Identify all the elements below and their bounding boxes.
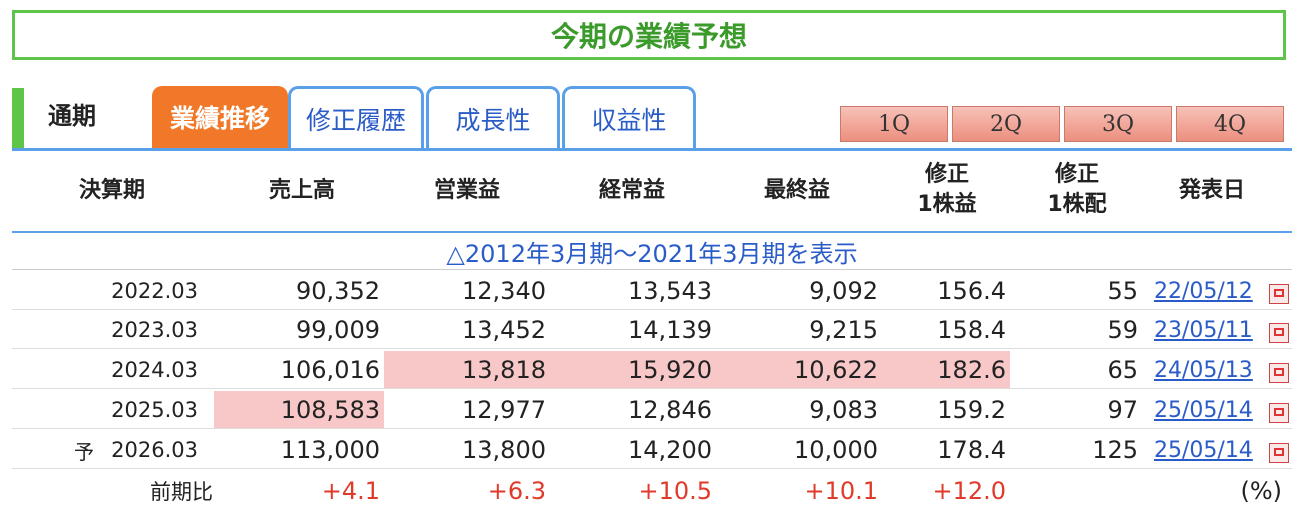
header-eps-line1: 修正	[924, 162, 969, 187]
row-period: 2026.03	[111, 438, 198, 462]
row-date-link[interactable]: 25/05/14	[1154, 431, 1264, 469]
header-net-profit: 最終益	[763, 178, 830, 203]
table-header: 決算期 売上高 営業益 経常益 最終益 修正 1株益 修正 1株配 発表日	[12, 152, 1292, 230]
yoy-ordinary: +10.5	[638, 477, 712, 505]
row-ordinary: 13,543	[628, 277, 712, 305]
header-operating-profit: 営業益	[433, 178, 500, 203]
row-ordinary: 14,200	[628, 436, 712, 464]
row-ordinary-highlight: 15,920	[550, 351, 716, 389]
row-eps-highlight: 182.6	[882, 351, 1010, 389]
row-net: 9,092	[809, 277, 878, 305]
row-dps: 55	[1107, 277, 1138, 305]
row-sales: 106,016	[280, 356, 380, 384]
row-net: 9,215	[809, 316, 878, 344]
row-date-link[interactable]: 22/05/12	[1154, 272, 1264, 310]
row-net: 9,083	[809, 396, 878, 424]
row-eps: 159.2	[937, 396, 1006, 424]
section-title-box: 今期の業績予想	[12, 10, 1286, 60]
row-eps: 156.4	[937, 277, 1006, 305]
section-marker	[12, 88, 24, 150]
pdf-icon[interactable]	[1269, 284, 1289, 304]
row-net-highlight: 10,622	[716, 351, 882, 389]
header-ordinary-profit: 経常益	[598, 178, 665, 203]
tab-revision-history[interactable]: 修正履歴	[288, 86, 424, 148]
row-operating: 12,340	[462, 277, 546, 305]
show-older-range-link[interactable]: △2012年3月期〜2021年3月期を表示	[12, 233, 1292, 269]
range-divider	[12, 269, 1292, 270]
pdf-icon[interactable]	[1269, 363, 1289, 383]
row-dps: 65	[1107, 356, 1138, 384]
row-dps: 125	[1092, 436, 1138, 464]
row-date-link[interactable]: 24/05/13	[1154, 351, 1264, 389]
table-row: 2024.03 106,016 13,818 15,920 10,622 182…	[12, 351, 1292, 389]
row-operating: 12,977	[462, 396, 546, 424]
header-period: 決算期	[78, 178, 145, 203]
header-announce-date: 発表日	[1178, 178, 1245, 203]
header-eps-line2: 1株益	[917, 192, 977, 217]
row-period: 2023.03	[111, 318, 198, 342]
row-divider	[12, 348, 1292, 349]
yoy-net: +10.1	[804, 477, 878, 505]
row-date-link[interactable]: 25/05/14	[1154, 391, 1264, 429]
row-period: 2022.03	[111, 279, 198, 303]
row-net: 10,000	[794, 436, 878, 464]
row-sales-highlight: 108,583	[214, 391, 384, 429]
pdf-icon[interactable]	[1269, 323, 1289, 343]
header-eps: 修正 1株益	[887, 160, 1007, 220]
row-sales: 99,009	[296, 316, 380, 344]
row-divider	[12, 388, 1292, 389]
row-sales: 90,352	[296, 277, 380, 305]
row-operating: 13,452	[462, 316, 546, 344]
row-divider	[12, 428, 1292, 429]
tab-profitability[interactable]: 収益性	[562, 86, 696, 148]
table-row: 2022.03 90,352 12,340 13,543 9,092 156.4…	[12, 272, 1292, 310]
row-divider	[12, 468, 1292, 469]
yoy-operating: +6.3	[487, 477, 546, 505]
row-eps: 178.4	[937, 436, 1006, 464]
quarter-1q-button[interactable]: 1Q	[840, 106, 948, 142]
yoy-unit: (%)	[1240, 477, 1282, 505]
pdf-icon[interactable]	[1269, 443, 1289, 463]
tab-underline	[12, 148, 1292, 151]
tab-growth[interactable]: 成長性	[426, 86, 560, 148]
header-dps-line2: 1株配	[1047, 192, 1107, 217]
row-divider	[12, 309, 1292, 310]
table-row: 2023.03 99,009 13,452 14,139 9,215 158.4…	[12, 311, 1292, 349]
row-date-link[interactable]: 23/05/11	[1154, 311, 1264, 349]
row-ordinary: 12,846	[628, 396, 712, 424]
yoy-sales: +4.1	[321, 477, 380, 505]
row-dps: 97	[1107, 396, 1138, 424]
row-dps: 59	[1107, 316, 1138, 344]
yoy-label: 前期比	[150, 480, 213, 504]
row-ordinary: 14,139	[628, 316, 712, 344]
row-operating-highlight: 13,818	[384, 351, 550, 389]
quarter-3q-button[interactable]: 3Q	[1064, 106, 1172, 142]
quarter-4q-button[interactable]: 4Q	[1176, 106, 1284, 142]
pdf-icon[interactable]	[1269, 403, 1289, 423]
row-eps: 158.4	[937, 316, 1006, 344]
header-dps-line1: 修正	[1054, 162, 1099, 187]
section-title: 今期の業績予想	[550, 20, 747, 53]
table-row-forecast: 予 2026.03 113,000 13,800 14,200 10,000 1…	[12, 431, 1292, 469]
row-operating: 13,800	[462, 436, 546, 464]
header-dps: 修正 1株配	[1017, 160, 1137, 220]
tab-bar: 通期 業績推移 修正履歴 成長性 収益性 1Q 2Q 3Q 4Q	[12, 86, 1292, 151]
tab-annual: 通期	[48, 102, 96, 130]
row-period: 2024.03	[111, 358, 198, 382]
yoy-eps: +12.0	[932, 477, 1006, 505]
quarter-2q-button[interactable]: 2Q	[952, 106, 1060, 142]
tab-performance-trend[interactable]: 業績推移	[152, 86, 288, 148]
row-period: 2025.03	[111, 398, 198, 422]
header-sales: 売上高	[268, 178, 335, 203]
table-row-yoy: 前期比 +4.1 +6.3 +10.5 +10.1 +12.0 (%)	[12, 472, 1292, 510]
table-row: 2025.03 108,583 12,977 12,846 9,083 159.…	[12, 391, 1292, 429]
row-sales: 113,000	[280, 436, 380, 464]
